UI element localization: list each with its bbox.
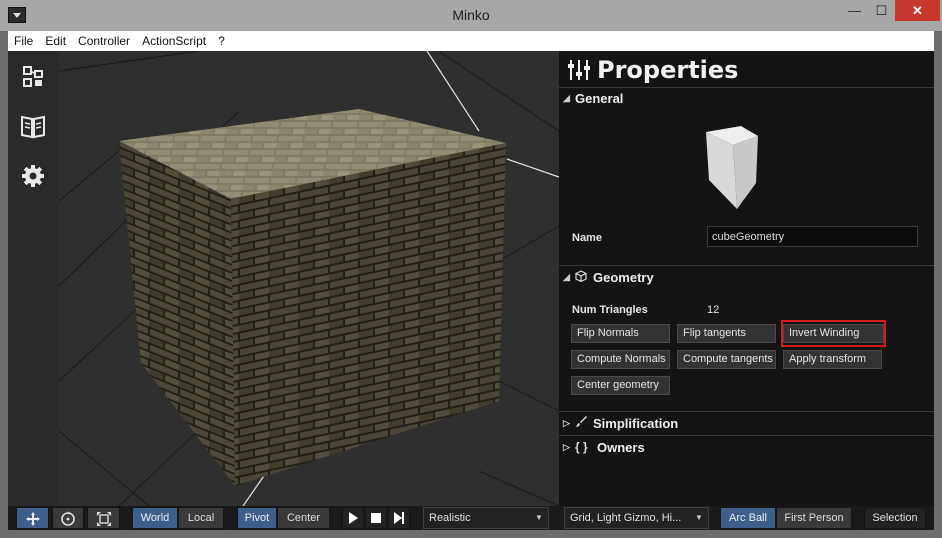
scene-graph-icon[interactable] — [18, 61, 48, 91]
properties-title: Properties — [597, 56, 739, 84]
divider — [559, 265, 934, 266]
gear-icon[interactable] — [18, 161, 48, 191]
rotate-icon — [61, 511, 75, 526]
selection-button[interactable]: Selection — [864, 507, 926, 529]
compute-tangents-button[interactable]: Compute tangents — [677, 350, 776, 369]
name-field[interactable]: cubeGeometry — [707, 226, 918, 247]
sliders-icon — [568, 60, 590, 80]
flip-tangents-button[interactable]: Flip tangents — [677, 324, 776, 343]
section-owners-title: Owners — [597, 439, 645, 455]
section-geometry-title: Geometry — [593, 269, 654, 285]
library-book-icon[interactable] — [18, 111, 48, 141]
section-general[interactable]: ◢ General — [559, 88, 934, 108]
menu-actionscript[interactable]: ActionScript — [136, 31, 212, 48]
section-general-title: General — [575, 90, 624, 106]
chevron-down-icon: ▼ — [535, 513, 543, 522]
num-triangles-value: 12 — [707, 304, 720, 316]
apply-transform-button[interactable]: Apply transform — [783, 350, 882, 369]
pivot-button[interactable]: Pivot — [237, 507, 277, 529]
section-simplification[interactable]: ▷ Simplification — [559, 413, 934, 433]
window-title: Minko — [452, 7, 490, 23]
divider — [559, 411, 934, 412]
properties-header: Properties — [567, 55, 738, 85]
menu-edit[interactable]: Edit — [39, 31, 72, 48]
braces-icon: { } — [575, 440, 588, 454]
section-simplification-title: Simplification — [593, 415, 679, 431]
invert-winding-highlight — [781, 320, 886, 347]
render-mode-dropdown[interactable]: Realistic ▼ — [423, 507, 549, 529]
collapse-triangle-icon: ◢ — [563, 92, 570, 103]
num-triangles-label: Num Triangles — [572, 304, 648, 316]
bottom-toolbar: World Local Pivot Center Realistic ▼ Gri… — [8, 506, 934, 530]
local-space-button[interactable]: Local — [178, 507, 224, 529]
menu-bar: File Edit Controller ActionScript? — [8, 31, 934, 51]
name-label: Name — [572, 232, 602, 244]
move-tool-button[interactable] — [16, 507, 49, 529]
display-options-dropdown[interactable]: Grid, Light Gizmo, Hi... ▼ — [564, 507, 709, 529]
expand-triangle-icon: ▷ — [563, 417, 570, 428]
flip-normals-button[interactable]: Flip Normals — [571, 324, 670, 343]
section-owners[interactable]: ▷ { } Owners — [559, 437, 934, 457]
stop-button[interactable] — [365, 507, 387, 529]
rotate-tool-button[interactable] — [52, 507, 84, 529]
center-geometry-button[interactable]: Center geometry — [571, 376, 670, 395]
menu-controller[interactable]: Controller — [72, 31, 136, 48]
move-icon — [25, 512, 40, 526]
scale-tool-button[interactable] — [87, 507, 120, 529]
maximize-button[interactable]: ☐ — [868, 0, 895, 21]
brush-icon — [575, 415, 593, 431]
stop-icon — [371, 513, 381, 523]
cube-preview — [706, 126, 758, 209]
first-person-button[interactable]: First Person — [776, 507, 852, 529]
collapse-triangle-icon: ◢ — [563, 271, 570, 282]
properties-panel: Properties ◢ General Name cubeGeometry ◢… — [559, 51, 934, 506]
menu-file[interactable]: File — [8, 31, 39, 48]
display-options-value: Grid, Light Gizmo, Hi... — [570, 512, 682, 524]
viewport-scene — [59, 51, 559, 506]
world-space-button[interactable]: World — [132, 507, 178, 529]
chevron-down-icon: ▼ — [695, 513, 703, 522]
step-forward-button[interactable] — [388, 507, 410, 529]
compute-normals-button[interactable]: Compute Normals — [571, 350, 670, 369]
cube-icon — [575, 269, 593, 285]
left-toolbar — [8, 51, 59, 506]
scale-icon — [96, 512, 111, 526]
arc-ball-button[interactable]: Arc Ball — [720, 507, 776, 529]
play-icon — [349, 512, 358, 524]
menu-help[interactable]: ? — [212, 31, 231, 48]
step-forward-icon — [394, 512, 404, 524]
section-geometry[interactable]: ◢ Geometry — [559, 267, 934, 287]
minimize-button[interactable]: — — [841, 0, 868, 21]
play-button[interactable] — [342, 507, 364, 529]
divider — [559, 435, 934, 436]
title-bar: Minko — ☐ ✕ — [0, 0, 942, 31]
expand-triangle-icon: ▷ — [563, 441, 570, 452]
render-mode-value: Realistic — [429, 512, 471, 524]
close-button[interactable]: ✕ — [895, 0, 940, 21]
center-button[interactable]: Center — [277, 507, 330, 529]
3d-viewport[interactable] — [59, 51, 559, 506]
